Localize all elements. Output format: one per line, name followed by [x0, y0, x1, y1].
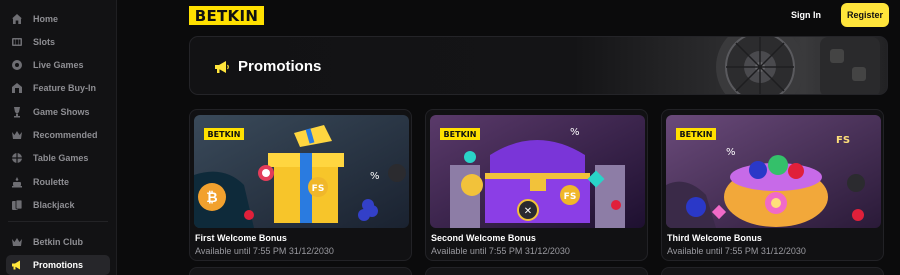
megaphone-icon — [214, 59, 230, 75]
sign-in-button[interactable]: Sign In — [780, 6, 832, 24]
sidebar-item-game-shows[interactable]: Game Shows — [6, 102, 110, 122]
promo-availability: Available until 7:55 PM 31/12/2030 — [667, 246, 806, 256]
feature-buy-in-icon — [11, 82, 23, 94]
sidebar-item-home[interactable]: Home — [6, 9, 110, 29]
sidebar-item-promotions[interactable]: Promotions — [6, 255, 110, 275]
slots-icon — [11, 36, 23, 48]
promo-title[interactable]: First Welcome Bonus — [195, 233, 287, 243]
register-button[interactable]: Register — [841, 3, 889, 27]
promo-card-next-row[interactable] — [661, 267, 884, 275]
sidebar-item-blackjack[interactable]: Blackjack — [6, 195, 110, 215]
promo-image[interactable]: ₿ FS % BETKIN — [194, 115, 409, 228]
card-brand-badge: BETKIN — [440, 128, 480, 140]
sidebar-item-label: Live Games — [33, 60, 84, 70]
sidebar-item-label: Betkin Club — [33, 237, 84, 247]
sidebar-item-label: Feature Buy-In — [33, 83, 97, 93]
promo-card-first-welcome-bonus[interactable]: ₿ FS % BETKIN First Welcome Bonus Availa… — [189, 109, 412, 261]
sidebar-item-betkin-club[interactable]: Betkin Club — [6, 232, 110, 252]
card-brand-badge: BETKIN — [676, 128, 716, 140]
sidebar-item-table-games[interactable]: Table Games — [6, 148, 110, 168]
sidebar-item-slots[interactable]: Slots — [6, 32, 110, 52]
promo-card-next-row[interactable] — [189, 267, 412, 275]
banner-roulette-art — [716, 37, 880, 94]
sidebar: Home Slots Live Games Feature Buy-In Gam… — [0, 0, 117, 275]
club-icon — [11, 236, 23, 248]
table-games-icon — [11, 152, 23, 164]
badge-text: BETKIN — [443, 129, 477, 139]
card-brand-badge: BETKIN — [204, 128, 244, 140]
sidebar-item-label: Home — [33, 14, 59, 24]
promo-card-third-welcome-bonus[interactable]: % FS BETKIN Third Welcome Bonus Availabl… — [661, 109, 884, 261]
home-icon — [11, 13, 23, 25]
sidebar-item-label: Blackjack — [33, 200, 75, 210]
promo-image[interactable]: % FS BETKIN — [666, 115, 881, 228]
roulette-icon — [11, 176, 23, 188]
logo-text: BETKIN — [194, 6, 259, 25]
promo-title[interactable]: Second Welcome Bonus — [431, 233, 536, 243]
sidebar-item-label: Promotions — [33, 260, 84, 270]
svg-text:FS: FS — [312, 184, 325, 194]
game-shows-icon — [11, 106, 23, 118]
live-games-icon — [11, 59, 23, 71]
promo-availability: Available until 7:55 PM 31/12/2030 — [431, 246, 570, 256]
sidebar-item-label: Slots — [33, 37, 56, 47]
crown-icon — [11, 129, 23, 141]
sidebar-divider — [8, 221, 108, 222]
sidebar-item-label: Roulette — [33, 177, 69, 187]
page-title: Promotions — [238, 58, 322, 75]
badge-text: BETKIN — [207, 129, 241, 139]
svg-text:✕: ✕ — [524, 206, 532, 217]
promo-card-next-row[interactable] — [425, 267, 648, 275]
betkin-logo[interactable]: BETKIN — [189, 6, 264, 25]
sidebar-item-label: Table Games — [33, 153, 89, 163]
badge-text: BETKIN — [679, 129, 713, 139]
svg-text:%: % — [726, 147, 736, 158]
svg-text:%: % — [370, 171, 380, 182]
megaphone-icon — [11, 259, 23, 271]
promo-card-second-welcome-bonus[interactable]: ✕ FS % BETKIN Second Welcome Bonus Avail… — [425, 109, 648, 261]
svg-text:₿: ₿ — [206, 190, 217, 206]
promo-title[interactable]: Third Welcome Bonus — [667, 233, 762, 243]
sidebar-item-label: Game Shows — [33, 107, 90, 117]
sidebar-item-recommended[interactable]: Recommended — [6, 125, 110, 145]
svg-text:%: % — [570, 127, 580, 138]
svg-text:FS: FS — [564, 192, 577, 202]
svg-text:FS: FS — [836, 135, 850, 146]
sidebar-item-roulette[interactable]: Roulette — [6, 172, 110, 192]
promo-image[interactable]: ✕ FS % BETKIN — [430, 115, 645, 228]
sidebar-item-feature-buy-in[interactable]: Feature Buy-In — [6, 78, 110, 98]
sidebar-item-label: Recommended — [33, 130, 98, 140]
blackjack-icon — [11, 199, 23, 211]
promo-availability: Available until 7:55 PM 31/12/2030 — [195, 246, 334, 256]
promotions-banner: Promotions — [189, 36, 888, 95]
sidebar-item-live-games[interactable]: Live Games — [6, 55, 110, 75]
